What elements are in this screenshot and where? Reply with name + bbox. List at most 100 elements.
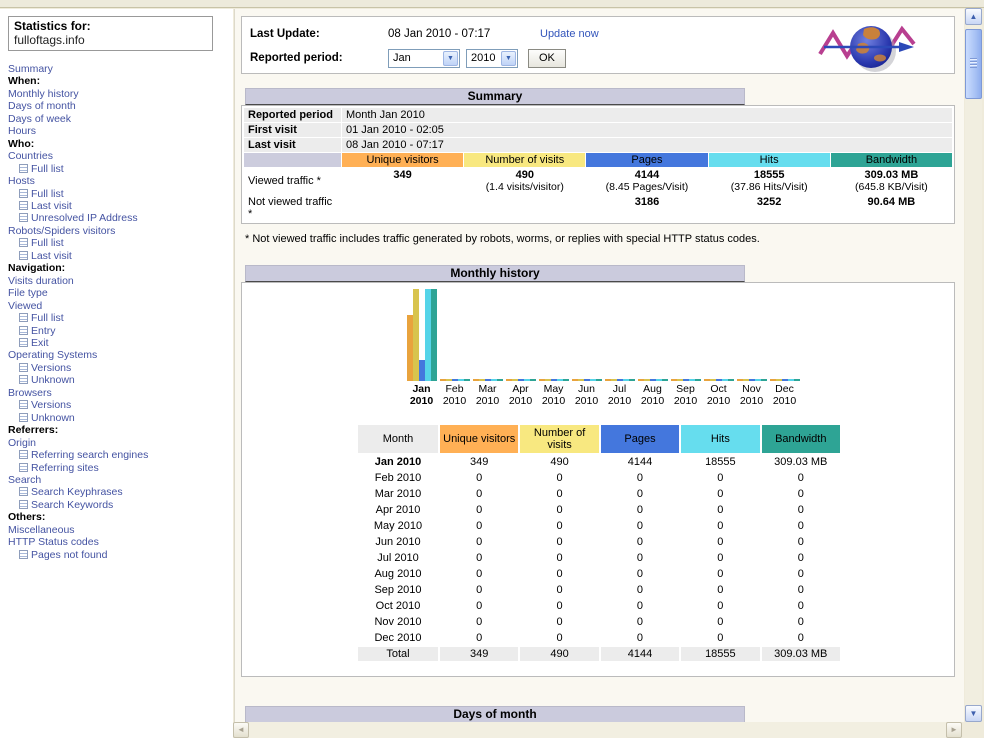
sidebar-item-hosts[interactable]: Hosts [8,175,230,187]
summary-info-label: First visit [244,123,341,137]
sidebar-item-countries[interactable]: Countries [8,150,230,162]
sidebar-item-unknown[interactable]: Unknown [8,412,230,424]
monthly-value-cell: 0 [440,535,518,549]
list-icon [19,413,28,422]
sidebar-item-browsers[interactable]: Browsers [8,387,230,399]
chart-month-aug-2010 [636,289,669,381]
vertical-scrollbar[interactable]: ▲ ▼ [965,8,982,722]
horizontal-scrollbar[interactable]: ◄ ► [233,722,962,738]
sidebar-item-entry[interactable]: Entry [8,325,230,337]
sidebar-item-full-list[interactable]: Full list [8,312,230,324]
summary-header-row: Unique visitorsNumber of visitsPagesHits… [244,153,952,167]
sidebar-item-days-of-week[interactable]: Days of week [8,113,230,125]
sidebar-item-viewed[interactable]: Viewed [8,300,230,312]
sidebar-section-navigation: Navigation: [8,262,230,274]
monthly-value-cell: 0 [520,583,598,597]
scroll-down-icon[interactable]: ▼ [965,705,982,722]
sidebar-item-search-keyphrases[interactable]: Search Keyphrases [8,486,230,498]
monthly-month-cell: Apr 2010 [358,503,438,517]
chevron-down-icon[interactable]: ▼ [443,51,458,66]
monthly-value-cell: 0 [520,599,598,613]
month-select[interactable]: Jan ▼ [388,49,460,68]
sidebar-item-http-status-codes[interactable]: HTTP Status codes [8,536,230,548]
monthly-value-cell: 18555 [681,647,759,661]
sidebar-item-unknown[interactable]: Unknown [8,374,230,386]
main-frame: Last Update: 08 Jan 2010 - 07:17 Update … [234,9,964,722]
monthly-value-cell: 0 [520,471,598,485]
monthly-value-cell: 0 [681,471,759,485]
summary-table: Reported period Month Jan 2010 First vis… [243,107,953,222]
sidebar-item-search[interactable]: Search [8,474,230,486]
monthly-value-cell: 0 [601,599,679,613]
summary-info-label: Reported period [244,108,341,122]
viewed-pages-ratio: (8.45 Pages/Visit) [590,181,703,193]
scroll-left-icon[interactable]: ◄ [233,722,249,738]
sidebar-item-days-of-month[interactable]: Days of month [8,100,230,112]
sidebar-item-referring-search-engines[interactable]: Referring search engines [8,449,230,461]
statistics-for-label: Statistics for: [14,19,207,33]
list-icon [19,201,28,210]
monthly-value-cell: 349 [440,455,518,469]
list-icon [19,363,28,372]
list-icon [19,550,28,559]
sidebar-section-others: Others: [8,511,230,523]
monthly-value-cell: 0 [681,487,759,501]
summary-section-title: Summary [245,88,745,105]
sidebar-item-summary[interactable]: Summary [8,63,230,75]
chart-label-nov-2010: Nov2010 [735,383,768,407]
monthly-row-sep-2010: Sep 201000000 [358,583,840,597]
sidebar-item-full-list[interactable]: Full list [8,163,230,175]
sidebar-item-full-list[interactable]: Full list [8,188,230,200]
monthly-month-cell: Mar 2010 [358,487,438,501]
monthly-value-cell: 0 [520,551,598,565]
sidebar-item-last-visit[interactable]: Last visit [8,250,230,262]
monthly-value-cell: 0 [762,615,840,629]
list-icon [19,400,28,409]
monthly-row-oct-2010: Oct 201000000 [358,599,840,613]
last-update-row: Last Update: 08 Jan 2010 - 07:17 Update … [250,23,599,45]
not-viewed-bandwidth: 90.64 MB [831,195,952,221]
sidebar-item-versions[interactable]: Versions [8,399,230,411]
list-icon [19,313,28,322]
zero-bars [506,379,536,381]
sidebar-item-versions[interactable]: Versions [8,362,230,374]
scroll-right-icon[interactable]: ► [946,722,962,738]
zero-bars [473,379,503,381]
monthly-value-cell: 0 [440,519,518,533]
chevron-down-icon[interactable]: ▼ [501,51,516,66]
sidebar-item-exit[interactable]: Exit [8,337,230,349]
monthly-history-box: Jan2010Feb2010Mar2010Apr2010May2010Jun20… [241,282,955,677]
sidebar-item-miscellaneous[interactable]: Miscellaneous [8,524,230,536]
year-select[interactable]: 2010 ▼ [466,49,518,68]
sidebar-item-robots-spiders-visitors[interactable]: Robots/Spiders visitors [8,225,230,237]
sidebar-item-full-list[interactable]: Full list [8,237,230,249]
monthly-value-cell: 309.03 MB [762,647,840,661]
sidebar-item-visits-duration[interactable]: Visits duration [8,275,230,287]
monthly-value-cell: 309.03 MB [762,455,840,469]
ok-button[interactable]: OK [528,49,566,68]
not-viewed-hits: 3252 [709,195,830,221]
sidebar-item-monthly-history[interactable]: Monthly history [8,88,230,100]
scroll-up-icon[interactable]: ▲ [965,8,982,25]
sidebar-item-origin[interactable]: Origin [8,437,230,449]
sidebar-item-search-keywords[interactable]: Search Keywords [8,499,230,511]
chart-month-jul-2010 [603,289,636,381]
last-update-label: Last Update: [250,28,388,40]
sidebar-item-last-visit[interactable]: Last visit [8,200,230,212]
sidebar-item-pages-not-found[interactable]: Pages not found [8,549,230,561]
sidebar-item-unresolved-ip-address[interactable]: Unresolved IP Address [8,212,230,224]
monthly-col-month: Month [358,425,438,453]
sidebar-item-hours[interactable]: Hours [8,125,230,137]
monthly-col-unique-visitors: Unique visitors [440,425,518,453]
vertical-scrollbar-thumb[interactable] [965,29,982,99]
zero-bars [770,379,800,381]
awstats-logo-icon [814,20,926,72]
sidebar-item-referring-sites[interactable]: Referring sites [8,462,230,474]
update-now-link[interactable]: Update now [540,28,599,40]
sidebar-item-file-type[interactable]: File type [8,287,230,299]
chart-month-jan-2010 [405,289,438,381]
chart-label-mar-2010: Mar2010 [471,383,504,407]
not-viewed-unique-empty [342,195,463,221]
sidebar-item-operating-systems[interactable]: Operating Systems [8,349,230,361]
zero-bars [572,379,602,381]
